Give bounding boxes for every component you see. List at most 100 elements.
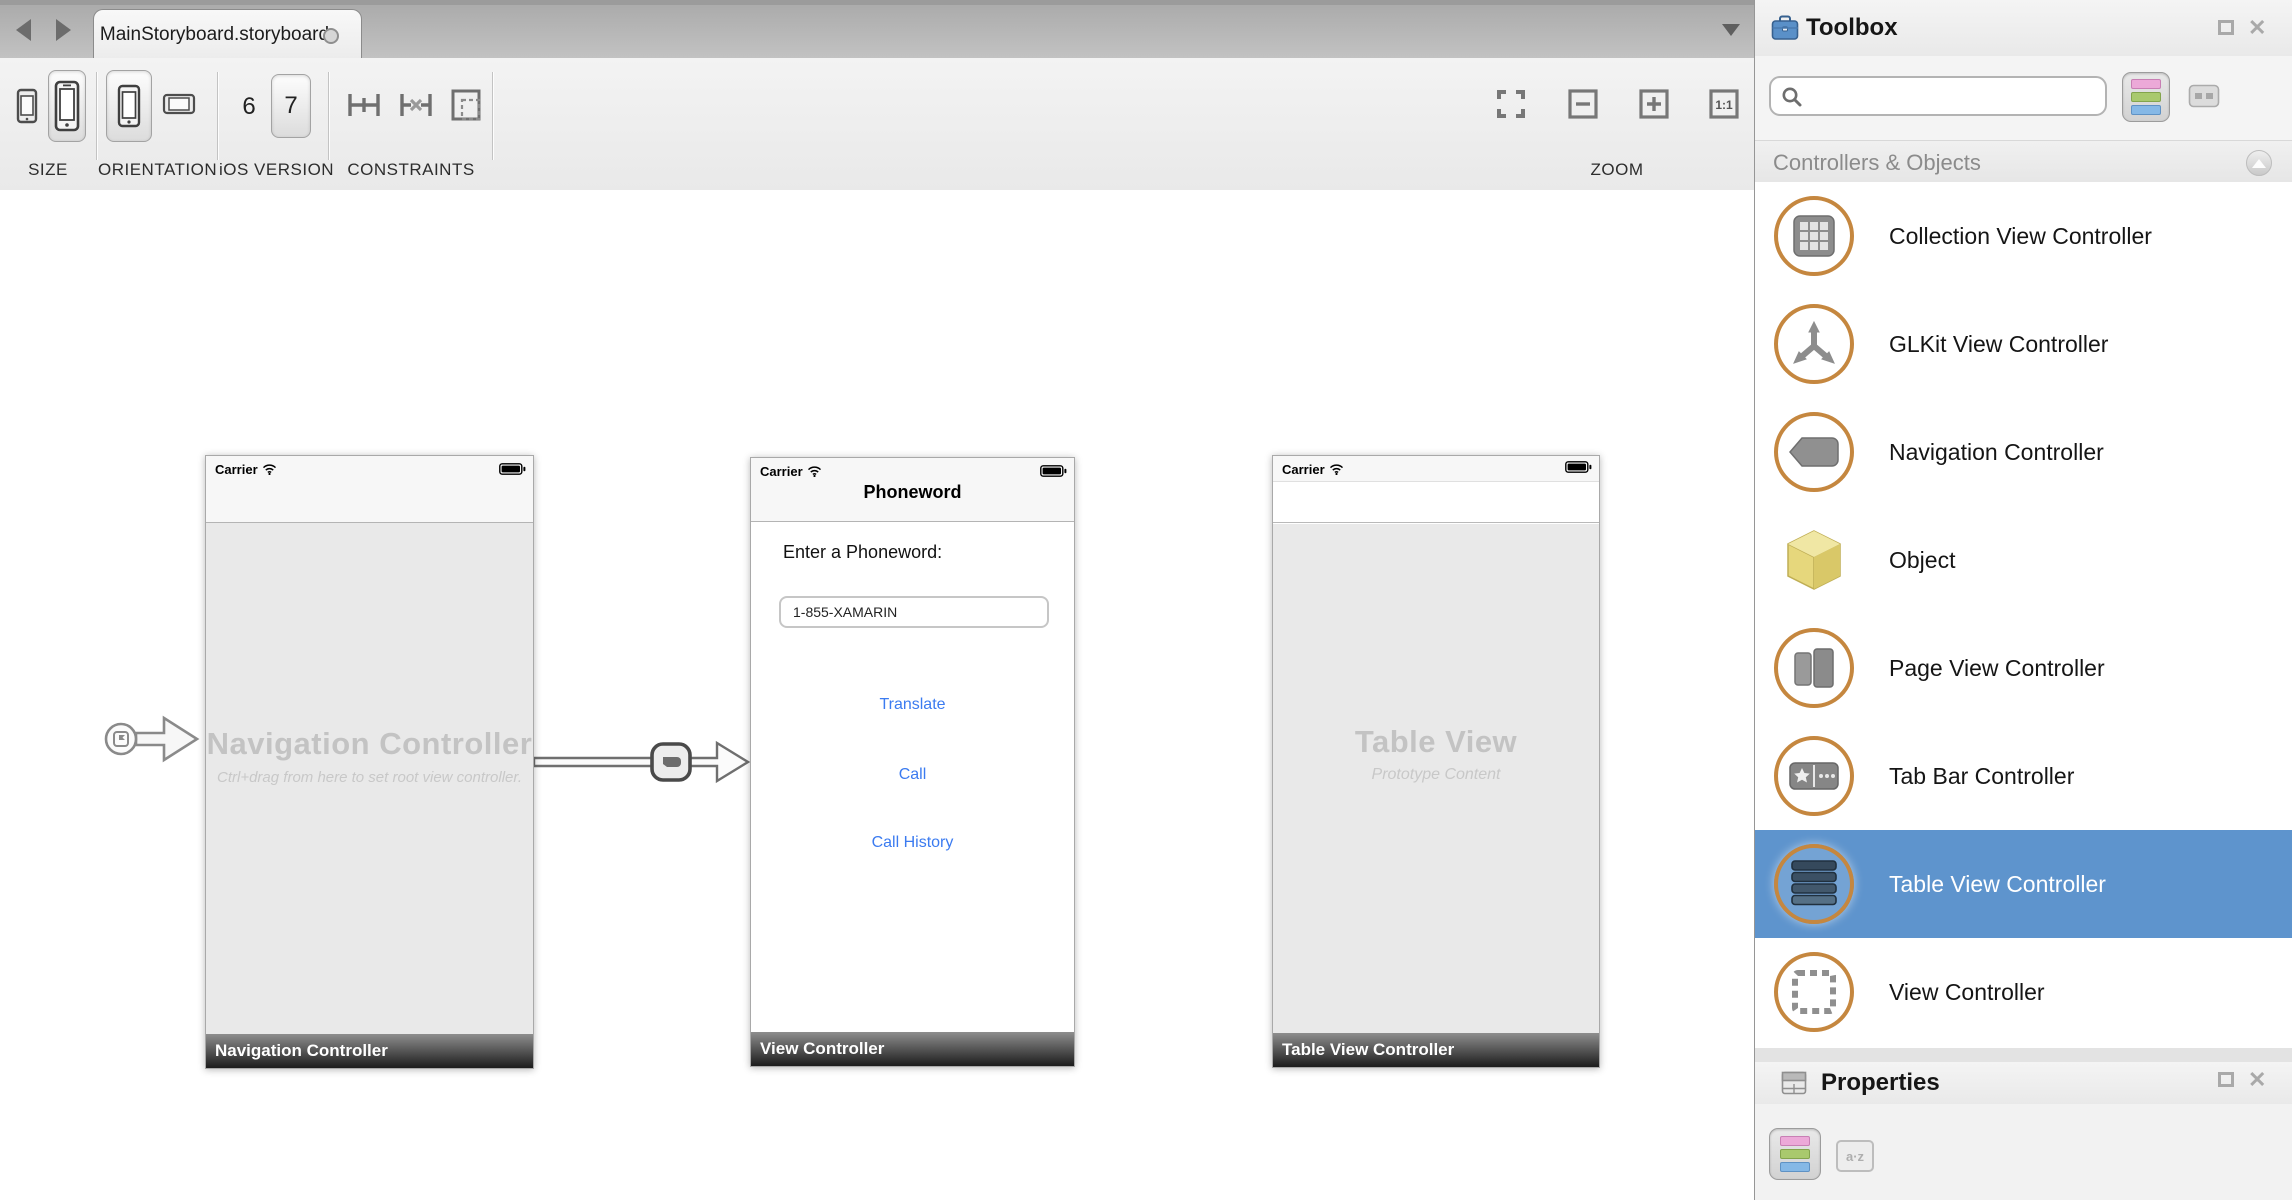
battery-icon: [499, 463, 526, 475]
nav-scene-content[interactable]: Navigation Controller Ctrl+drag from her…: [206, 523, 533, 1034]
nav-scene-footer-label[interactable]: Navigation Controller: [206, 1034, 533, 1068]
toolbox-search-row: [1755, 56, 2292, 140]
close-icon: ✕: [2248, 1072, 2266, 1088]
properties-header: Properties ✕: [1755, 1062, 2292, 1104]
toolbox-item-object[interactable]: Object: [1755, 506, 2292, 614]
ios6-option[interactable]: 6: [237, 90, 261, 124]
translate-button[interactable]: Translate: [751, 696, 1074, 714]
glkit-axes-icon: [1774, 304, 1854, 384]
az-sort-icon: a·z: [1846, 1149, 1864, 1164]
frame-constraint-icon[interactable]: [450, 88, 482, 122]
section-controllers-objects[interactable]: Controllers & Objects: [1755, 140, 2292, 184]
phoneword-field-value: 1-855-XAMARIN: [793, 604, 897, 620]
tab-bar-icon: [1774, 736, 1854, 816]
toolbox-item-tab-bar-controller[interactable]: Tab Bar Controller: [1755, 722, 2292, 830]
tab-mainstoryboard[interactable]: MainStoryboard.storyboard: [93, 9, 362, 59]
ios-version-group-label: iOS VERSION: [219, 160, 327, 180]
tab-title: MainStoryboard.storyboard: [100, 24, 329, 46]
navigate-back-button[interactable]: [8, 16, 38, 44]
page-view-icon: [1774, 628, 1854, 708]
call-history-button[interactable]: Call History: [751, 834, 1074, 852]
table-scene-content[interactable]: Table View Prototype Content: [1273, 524, 1599, 1033]
close-properties-button[interactable]: ✕: [2248, 1072, 2266, 1090]
nav-bar-title: Phoneword: [751, 482, 1074, 503]
landscape-icon[interactable]: [162, 93, 196, 115]
tab-list-dropdown-button[interactable]: [1716, 18, 1746, 42]
tab-close-dot-icon[interactable]: [323, 28, 339, 44]
battery-icon: [1040, 465, 1067, 477]
call-button[interactable]: Call: [751, 766, 1074, 784]
toolbox-panel: Toolbox ✕ Controllers & Objects: [1754, 0, 2292, 1200]
size-group: SIZE: [0, 58, 96, 190]
toolbox-item-navigation-controller[interactable]: Navigation Controller: [1755, 398, 2292, 506]
root-view-segue-arrow[interactable]: [530, 733, 755, 793]
toolbox-item-view-controller[interactable]: View Controller: [1755, 938, 2292, 1046]
collapse-section-button[interactable]: [2246, 150, 2272, 176]
view-scene-navbar: Carrier Phoneword: [751, 458, 1074, 522]
dock-icon: [2218, 1072, 2234, 1087]
dock-properties-button[interactable]: [2218, 1072, 2236, 1090]
scene-table-view-controller[interactable]: Carrier Table View Prototype Content Tab…: [1272, 455, 1600, 1068]
dock-panel-button[interactable]: [2218, 20, 2236, 38]
ios7-option-selected[interactable]: 7: [271, 74, 311, 138]
collection-grid-icon: [1774, 196, 1854, 276]
toolbox-item-collection-view-controller[interactable]: Collection View Controller: [1755, 182, 2292, 290]
navigation-back-icon: [1774, 412, 1854, 492]
panel-splitter[interactable]: [1755, 1048, 2292, 1063]
zoom-out-icon[interactable]: [1567, 88, 1599, 120]
nav-scene-statusbar: Carrier: [206, 456, 533, 523]
table-header-area: [1273, 482, 1599, 523]
iphone-large-button[interactable]: [48, 70, 86, 142]
table-scene-footer-label[interactable]: Table View Controller: [1273, 1033, 1599, 1067]
toolbox-item-list: Collection View Controller GLKit View Co…: [1755, 182, 2292, 1049]
orientation-group: ORIENTATION: [98, 58, 216, 190]
properties-title: Properties: [1821, 1069, 1940, 1097]
toolbox-briefcase-icon: [1771, 15, 1799, 41]
carrier-label: Carrier: [760, 464, 803, 479]
remove-constraint-icon[interactable]: [398, 88, 434, 122]
toolbar-separator: [492, 72, 494, 160]
category-view-button[interactable]: [2122, 72, 2170, 122]
size-group-label: SIZE: [0, 160, 96, 180]
compact-view-button[interactable]: [2188, 84, 2220, 108]
tab-bar: MainStoryboard.storyboard: [0, 0, 1754, 59]
zoom-group: 1:1 ZOOM: [1482, 58, 1752, 190]
storyboard-designer-window: MainStoryboard.storyboard SIZE ORIENTA: [0, 0, 2292, 1200]
search-input[interactable]: [1769, 76, 2107, 116]
toolbox-item-table-view-controller[interactable]: Table View Controller: [1755, 830, 2292, 938]
toolbox-header: Toolbox ✕: [1755, 0, 2292, 56]
add-constraint-icon[interactable]: [346, 88, 382, 122]
zoom-group-label: ZOOM: [1482, 160, 1752, 180]
properties-category-view-button[interactable]: [1769, 1128, 1821, 1180]
constraints-group: CONSTRAINTS: [330, 58, 492, 190]
close-panel-button[interactable]: ✕: [2248, 20, 2266, 38]
zoom-in-icon[interactable]: [1638, 88, 1670, 120]
view-scene-footer-label[interactable]: View Controller: [751, 1032, 1074, 1066]
phoneword-text-field[interactable]: 1-855-XAMARIN: [779, 596, 1049, 628]
portrait-button[interactable]: [106, 70, 152, 142]
properties-panel-icon: [1781, 1071, 1807, 1095]
storyboard-entry-arrow[interactable]: [90, 705, 210, 775]
designer-toolbar: SIZE ORIENTATION 6 7 iOS VERSION: [0, 58, 1754, 192]
zoom-fit-icon[interactable]: [1495, 88, 1527, 120]
close-icon: ✕: [2248, 20, 2266, 36]
battery-icon: [1565, 461, 1592, 473]
scene-view-controller[interactable]: Carrier Phoneword Enter a Phoneword: 1-8…: [750, 457, 1075, 1067]
toolbox-item-glkit-view-controller[interactable]: GLKit View Controller: [1755, 290, 2292, 398]
navigate-forward-button[interactable]: [48, 16, 78, 44]
carrier-label: Carrier: [215, 462, 258, 477]
pink-bar-icon: [2131, 79, 2161, 89]
carrier-label: Carrier: [1282, 462, 1325, 477]
view-scene-content[interactable]: Enter a Phoneword: 1-855-XAMARIN Transla…: [751, 522, 1074, 1032]
table-placeholder-subtitle: Prototype Content: [1273, 766, 1599, 784]
dock-icon: [2218, 20, 2234, 35]
alphabetical-sort-button[interactable]: a·z: [1836, 1140, 1874, 1172]
storyboard-canvas[interactable]: Carrier Navigation Controller Ctrl+drag …: [0, 190, 1754, 1200]
iphone-small-icon[interactable]: [16, 86, 38, 126]
scene-navigation-controller[interactable]: Carrier Navigation Controller Ctrl+drag …: [205, 455, 534, 1069]
zoom-actual-icon[interactable]: 1:1: [1708, 88, 1740, 120]
chevron-down-icon: [1722, 24, 1740, 36]
wifi-icon: [1329, 464, 1344, 475]
green-bar-icon: [1780, 1149, 1810, 1159]
toolbox-item-page-view-controller[interactable]: Page View Controller: [1755, 614, 2292, 722]
